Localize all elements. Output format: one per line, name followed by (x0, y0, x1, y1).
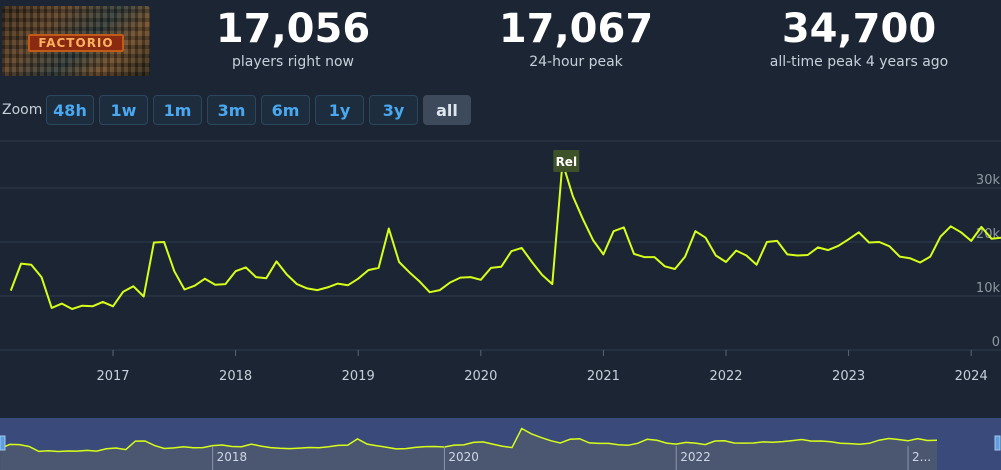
stat-current-players: 17,056 players right now (163, 6, 423, 70)
x-axis-ticks: 2017 2018 2019 2020 2021 2022 2023 2024 (96, 350, 988, 384)
y-axis-ticks: 010k20k30k (976, 173, 1001, 350)
navigator-left-handle[interactable] (0, 435, 6, 451)
zoom-1m-button[interactable]: 1m (153, 95, 202, 125)
zoom-48h-button[interactable]: 48h (46, 95, 94, 125)
zoom-3m-button[interactable]: 3m (207, 95, 256, 125)
all-time-peak-label: all-time peak 4 years ago (769, 54, 949, 70)
current-players-value: 17,056 (215, 6, 371, 52)
y-tick-label: 0 (992, 335, 1000, 350)
navigator-chart[interactable]: 2018 2020 2022 2... (0, 418, 1001, 470)
x-tick-label: 2020 (464, 369, 497, 384)
release-annotation: Rel (553, 150, 580, 172)
x-tick-label: 2022 (709, 369, 742, 384)
navigator-right-handle[interactable] (994, 435, 1001, 451)
x-tick-label: 2018 (219, 369, 252, 384)
all-time-peak-value: 34,700 (781, 6, 937, 52)
player-count-line (9, 161, 1001, 310)
zoom-label: Zoom (2, 102, 43, 118)
player-count-chart[interactable]: 010k20k30k 2017 2018 2019 2020 2021 2022 2023 2… (0, 130, 1001, 400)
stat-all-time-peak: 34,700 all-time peak 4 years ago (729, 6, 989, 70)
peak-24h-label: 24-hour peak (529, 54, 623, 70)
navigator-label: 2020 (448, 450, 479, 464)
x-tick-label: 2021 (587, 369, 620, 384)
zoom-6m-button[interactable]: 6m (261, 95, 310, 125)
chart-series-group (9, 161, 1001, 310)
x-tick-label: 2017 (96, 369, 129, 384)
zoom-3y-button[interactable]: 3y (369, 95, 418, 125)
zoom-1y-button[interactable]: 1y (315, 95, 364, 125)
game-logo: FACTORIO (28, 34, 124, 52)
stat-24h-peak: 17,067 24-hour peak (446, 6, 706, 70)
x-tick-label: 2024 (955, 369, 988, 384)
peak-24h-value: 17,067 (498, 6, 654, 52)
navigator-label: 2022 (680, 450, 711, 464)
x-tick-label: 2023 (832, 369, 865, 384)
game-capsule-image[interactable]: FACTORIO (2, 6, 150, 76)
x-tick-label: 2019 (342, 369, 375, 384)
current-players-label: players right now (232, 54, 354, 70)
zoom-1w-button[interactable]: 1w (99, 95, 148, 125)
y-tick-label: 10k (976, 281, 1001, 296)
y-tick-label: 30k (976, 173, 1001, 188)
navigator-label: 2... (912, 450, 931, 464)
chart-gridlines (0, 140, 1001, 351)
annotation-label: Rel (556, 155, 578, 169)
zoom-all-button[interactable]: all (423, 95, 471, 125)
navigator-label: 2018 (217, 450, 248, 464)
